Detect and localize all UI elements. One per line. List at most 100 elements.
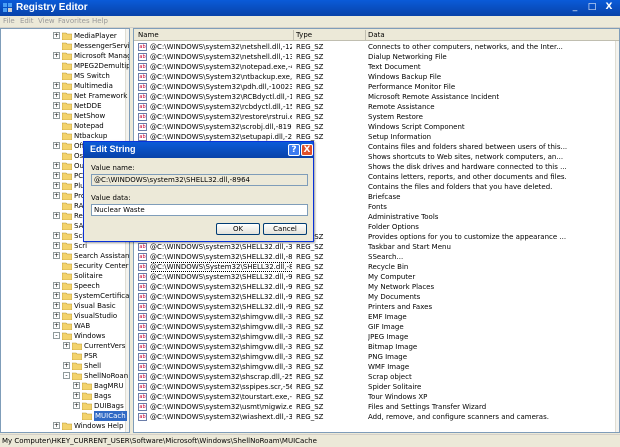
- expand-icon[interactable]: +: [53, 32, 60, 39]
- expand-icon[interactable]: +: [53, 432, 60, 433]
- expand-icon[interactable]: +: [53, 242, 60, 249]
- expand-icon[interactable]: +: [53, 252, 60, 259]
- tree-item[interactable]: + NetDDE: [1, 101, 125, 111]
- value-row[interactable]: ab @C:\WINDOWS\system32\shimgvw.dll,-307 R…: [134, 362, 615, 372]
- tree-item[interactable]: + SystemCertificat: [1, 291, 129, 301]
- expand-icon[interactable]: +: [53, 142, 60, 149]
- expand-icon[interactable]: +: [73, 392, 80, 399]
- dialog-close-button[interactable]: X: [301, 144, 313, 156]
- menu-file[interactable]: File: [3, 17, 15, 25]
- expand-icon[interactable]: +: [53, 52, 60, 59]
- value-row[interactable]: ab@C:\WINDOWS\system32\usmt\migwiz.exe,-…: [134, 402, 615, 412]
- tree-item[interactable]: Solitaire: [1, 271, 125, 281]
- expand-icon[interactable]: +: [53, 312, 60, 319]
- tree-item[interactable]: PSR: [1, 351, 125, 361]
- expand-icon[interactable]: +: [53, 192, 60, 199]
- column-divider[interactable]: [293, 30, 294, 40]
- column-type[interactable]: Type: [296, 30, 312, 40]
- help-button[interactable]: ?: [288, 144, 300, 156]
- menu-view[interactable]: View: [38, 17, 55, 25]
- expand-icon[interactable]: +: [53, 92, 60, 99]
- value-row[interactable]: ab @C:\WINDOWS\system32\scrobj.dll,-8192 R…: [134, 122, 615, 132]
- tree-item[interactable]: + NetShow: [1, 111, 125, 121]
- expand-icon[interactable]: +: [53, 292, 60, 299]
- tree-item[interactable]: + CurrentVers: [1, 341, 125, 351]
- tree-item[interactable]: + Net Framework: [1, 91, 127, 101]
- value-row[interactable]: ab @C:\WINDOWS\system32\tourstart.exe,-1 R…: [134, 392, 615, 402]
- tree-item[interactable]: Ntbackup: [1, 131, 125, 141]
- expand-icon[interactable]: +: [53, 102, 60, 109]
- value-row[interactable]: ab @C:\WINDOWS\system32\SHELL32.dll,-9217…: [134, 282, 615, 292]
- column-name[interactable]: Name: [138, 30, 159, 40]
- tree-item[interactable]: + Scri: [1, 241, 125, 251]
- tree-item[interactable]: - ShellNoRoan: [1, 371, 128, 381]
- value-row[interactable]: ab @C:\WINDOWS\system32\SHELL32.dll,-9227…: [134, 292, 615, 302]
- column-divider[interactable]: [365, 30, 366, 40]
- value-row[interactable]: ab @C:\WINDOWS\system32\shimgvw.dll,-301 R…: [134, 312, 615, 322]
- value-row[interactable]: ab @C:\WINDOWS\system32\sspipes.scr,-56 RE…: [134, 382, 615, 392]
- tree-item[interactable]: + Visual Basic: [1, 301, 125, 311]
- value-name-field[interactable]: @C:\WINDOWS\system32\SHELL32.dll,-8964: [91, 174, 308, 186]
- tree-item[interactable]: MS Switch: [1, 71, 125, 81]
- expand-icon[interactable]: +: [53, 162, 60, 169]
- tree-item[interactable]: + Search Assistan: [1, 251, 129, 261]
- maximize-button[interactable]: □: [586, 2, 598, 14]
- expand-icon[interactable]: +: [53, 112, 60, 119]
- value-row[interactable]: ab @C:\WINDOWS\system32\notepad.exe,-469 R…: [134, 62, 615, 72]
- value-row[interactable]: ab @C:\WINDOWS\system32\shscrap.dll,-258 R…: [134, 372, 615, 382]
- tree-item[interactable]: - Windows: [1, 331, 125, 341]
- collapse-icon[interactable]: -: [63, 372, 70, 379]
- column-data[interactable]: Data: [368, 30, 385, 40]
- tree-item[interactable]: + Shell: [1, 361, 125, 371]
- expand-icon[interactable]: +: [53, 182, 60, 189]
- expand-icon[interactable]: +: [53, 302, 60, 309]
- value-row[interactable]: ab @C:\WINDOWS\system32\netshell.dll,-120…: [134, 42, 615, 52]
- value-row[interactable]: ab @C:\WINDOWS\system32\shimgvw.dll,-304 R…: [134, 342, 615, 352]
- value-row[interactable]: ab@C:\WINDOWS\system32\SHELL32.dll,-3251…: [134, 242, 615, 252]
- dialog-title-bar[interactable]: Edit String ? X: [84, 142, 313, 158]
- title-bar[interactable]: Registry Editor _ □ X: [0, 0, 620, 16]
- tree-item[interactable]: MPEG2Demultipl: [1, 61, 129, 71]
- value-row[interactable]: ab @C:\WINDOWS\system32\shimgvw.dll,-305 R…: [134, 352, 615, 362]
- tree-item[interactable]: Notepad: [1, 121, 125, 131]
- expand-icon[interactable]: +: [73, 382, 80, 389]
- tree-item[interactable]: +Windows Media: [1, 431, 125, 433]
- expand-icon[interactable]: +: [53, 322, 60, 329]
- tree-item[interactable]: + Multimedia: [1, 81, 125, 91]
- value-row[interactable]: ab@C:\WINDOWS\system32\restore\rstrui.ex…: [134, 112, 615, 122]
- expand-icon[interactable]: +: [53, 82, 60, 89]
- value-row[interactable]: ab @C:\WINDOWS\system32\rcbdyctl.dll,-152…: [134, 102, 615, 112]
- menu-edit[interactable]: Edit: [20, 17, 34, 25]
- tree-item[interactable]: + MediaPlayer: [1, 31, 125, 41]
- expand-icon[interactable]: +: [53, 232, 60, 239]
- value-row[interactable]: ab @C:\WINDOWS\System32\SHELL32.dll,-8964…: [134, 262, 615, 272]
- cancel-button[interactable]: Cancel: [263, 223, 307, 235]
- value-row[interactable]: ab @C:\WINDOWS\System32\ntbackup.exe,-40 R…: [134, 72, 615, 82]
- expand-icon[interactable]: +: [53, 172, 60, 179]
- tree-item[interactable]: + VisualStudio: [1, 311, 125, 321]
- expand-icon[interactable]: +: [63, 362, 70, 369]
- tree-item[interactable]: Security Center: [1, 261, 129, 271]
- tree-item[interactable]: + Microsoft Manag: [1, 51, 129, 61]
- ok-button[interactable]: OK: [216, 223, 260, 235]
- value-row[interactable]: ab @C:\WINDOWS\system32\shimgvw.dll,-303 R…: [134, 332, 615, 342]
- value-row[interactable]: ab @C:\WINDOWS\system32\netshell.dll,-130…: [134, 52, 615, 62]
- tree-item[interactable]: + Speech: [1, 281, 125, 291]
- expand-icon[interactable]: +: [73, 402, 80, 409]
- tree-item[interactable]: + DUIBags: [1, 401, 125, 411]
- value-row[interactable]: ab @C:\WINDOWS\System32\RCBdyctl.dll,-150…: [134, 92, 615, 102]
- tree-item[interactable]: + Bags: [1, 391, 125, 401]
- value-row[interactable]: ab @C:\WINDOWS\System32\pdh.dll,-10023 REG…: [134, 82, 615, 92]
- value-data-input[interactable]: Nuclear Waste: [91, 204, 308, 216]
- tree-item[interactable]: + Windows Help: [1, 421, 125, 431]
- expand-icon[interactable]: +: [53, 212, 60, 219]
- tree-item[interactable]: MUICach: [1, 411, 127, 421]
- value-row[interactable]: ab @C:\WINDOWS\system32\SHELL32.dll,-8503…: [134, 252, 615, 262]
- list-scrollbar[interactable]: [615, 41, 619, 432]
- tree-item[interactable]: + WAB: [1, 321, 125, 331]
- menu-favorites[interactable]: Favorites: [58, 17, 90, 25]
- tree-item[interactable]: MessengerServi: [1, 41, 129, 51]
- value-row[interactable]: ab @C:\WINDOWS\system32\SHELL32.dll,-9216…: [134, 272, 615, 282]
- collapse-icon[interactable]: -: [53, 332, 60, 339]
- minimize-button[interactable]: _: [569, 2, 581, 14]
